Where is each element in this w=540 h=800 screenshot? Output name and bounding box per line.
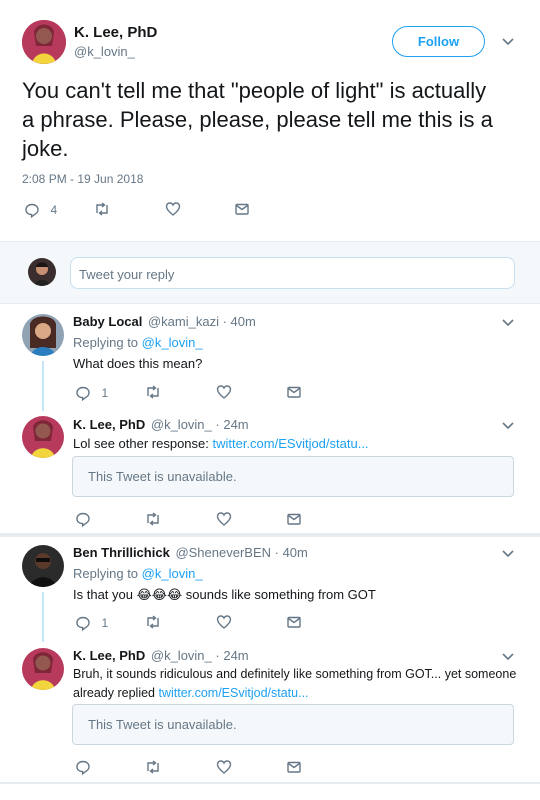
reply-time[interactable]: · 40m — [223, 314, 256, 329]
reply-text-before: Is that you — [73, 587, 137, 602]
avatar[interactable] — [22, 545, 64, 587]
chevron-down-icon[interactable] — [501, 652, 515, 662]
replying-to-prefix: Replying to — [73, 566, 142, 581]
reply-input[interactable]: Tweet your reply — [70, 257, 515, 289]
retweet-icon[interactable] — [145, 759, 161, 775]
follow-button-label: Follow — [417, 34, 460, 49]
author-name[interactable]: Baby Local — [73, 314, 142, 329]
avatar[interactable] — [22, 416, 64, 458]
reply-count: 1 — [101, 615, 109, 630]
reply-action[interactable]: 1 — [75, 384, 109, 401]
author-handle[interactable]: @k_lovin_ — [151, 648, 212, 663]
message-icon[interactable] — [286, 759, 302, 775]
avatar[interactable] — [22, 648, 64, 690]
reply-text: Is that you 😂😂😂 sounds like something fr… — [73, 585, 376, 604]
emoji: 😂😂😂 — [136, 587, 183, 602]
reply-icon[interactable] — [75, 511, 91, 527]
unavailable-text: This Tweet is unavailable. — [88, 469, 237, 484]
retweet-icon[interactable] — [145, 511, 161, 527]
retweet-icon[interactable] — [94, 201, 110, 217]
author-name[interactable]: K. Lee, PhD — [73, 648, 145, 663]
replying-to-link[interactable]: @k_lovin_ — [142, 566, 203, 581]
chevron-down-icon[interactable] — [501, 421, 515, 431]
reply-text-line2-main: already replied — [73, 686, 159, 700]
reply-action[interactable]: 4 — [24, 201, 58, 218]
reply-text-after: sounds like something from GOT — [182, 587, 376, 602]
chevron-down-icon[interactable] — [501, 318, 515, 328]
author-name[interactable]: Ben Thrillichick — [73, 545, 170, 560]
unavailable-text: This Tweet is unavailable. — [88, 717, 237, 732]
retweet-icon[interactable] — [145, 614, 161, 630]
retweet-icon[interactable] — [145, 384, 161, 400]
tweet-timestamp[interactable]: 2:08 PM - 19 Jun 2018 — [22, 172, 143, 186]
author-handle[interactable]: @k_lovin_ — [74, 44, 135, 59]
reply-input-placeholder: Tweet your reply — [79, 267, 175, 282]
author-name[interactable]: K. Lee, PhD — [73, 417, 145, 432]
reply-text: What does this mean? — [73, 356, 203, 371]
author-name[interactable]: K. Lee, PhD — [74, 24, 157, 41]
avatar — [28, 258, 56, 286]
replying-to-link[interactable]: @k_lovin_ — [142, 335, 203, 350]
unavailable-tweet-card[interactable]: This Tweet is unavailable. — [72, 704, 514, 745]
reply-icon[interactable] — [75, 759, 91, 775]
heart-icon[interactable] — [216, 511, 232, 527]
reply-text-main: Lol see other response: — [73, 436, 213, 451]
author-handle[interactable]: @k_lovin_ — [151, 417, 212, 432]
heart-icon[interactable] — [216, 384, 232, 400]
author-handle[interactable]: @kami_kazi — [148, 314, 219, 329]
reply-time[interactable]: · 24m — [215, 417, 248, 432]
replying-to: Replying to @k_lovin_ — [73, 335, 203, 350]
chevron-down-icon[interactable] — [501, 37, 515, 47]
message-icon[interactable] — [286, 614, 302, 630]
reply-text-line2: already replied twitter.com/ESvitjod/sta… — [73, 684, 518, 703]
reply-header: K. Lee, PhD @k_lovin_ · 24m — [73, 648, 249, 663]
tweet-link[interactable]: twitter.com/ESvitjod/statu... — [158, 686, 308, 700]
divider — [0, 533, 540, 537]
chevron-down-icon[interactable] — [501, 549, 515, 559]
reply-icon — [75, 615, 91, 631]
unavailable-tweet-card[interactable]: This Tweet is unavailable. — [72, 456, 514, 497]
heart-icon[interactable] — [216, 759, 232, 775]
reply-header: K. Lee, PhD @k_lovin_ · 24m — [73, 417, 249, 432]
reply-action[interactable]: 1 — [75, 614, 109, 631]
replying-to: Replying to @k_lovin_ — [73, 566, 203, 581]
reply-header: Baby Local @kami_kazi · 40m — [73, 314, 256, 329]
divider — [0, 782, 540, 784]
heart-icon[interactable] — [216, 614, 232, 630]
message-icon[interactable] — [286, 511, 302, 527]
divider — [0, 303, 540, 304]
reply-icon — [24, 202, 40, 218]
reply-time[interactable]: · 24m — [215, 648, 248, 663]
avatar[interactable] — [22, 314, 64, 356]
heart-icon[interactable] — [165, 201, 181, 217]
tweet-text: You can't tell me that "people of light"… — [22, 78, 493, 161]
thread-line — [42, 361, 44, 411]
reply-text: Bruh, it sounds ridiculous and definitel… — [73, 665, 518, 703]
message-icon[interactable] — [286, 384, 302, 400]
reply-text: Lol see other response: twitter.com/ESvi… — [73, 434, 369, 453]
replying-to-prefix: Replying to — [73, 335, 142, 350]
message-icon[interactable] — [234, 201, 250, 217]
thread-line — [42, 592, 44, 642]
tweet-link[interactable]: twitter.com/ESvitjod/statu... — [212, 436, 368, 451]
reply-header: Ben Thrillichick @SheneverBEN · 40m — [73, 545, 308, 560]
reply-icon — [75, 385, 91, 401]
reply-count: 4 — [50, 202, 58, 217]
reply-text-line1: Bruh, it sounds ridiculous and definitel… — [73, 667, 517, 681]
reply-count: 1 — [101, 385, 109, 400]
follow-button[interactable]: Follow — [392, 26, 485, 57]
avatar[interactable] — [22, 20, 66, 64]
author-handle[interactable]: @SheneverBEN — [175, 545, 271, 560]
reply-time[interactable]: · 40m — [275, 545, 308, 560]
